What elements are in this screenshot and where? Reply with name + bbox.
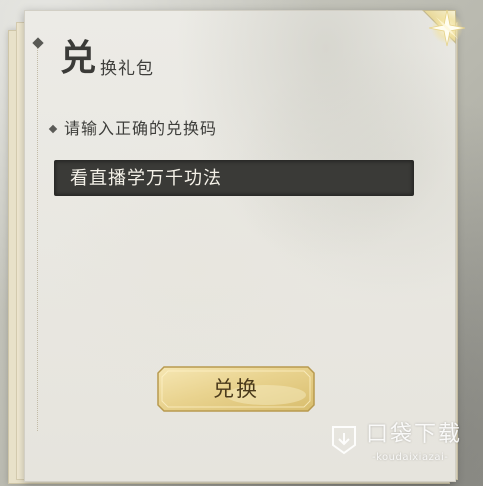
redeem-button-label: 兑换 — [213, 377, 259, 401]
watermark-subtitle: -koudaixiazai- — [372, 452, 449, 463]
sparkle-star-close-icon — [428, 9, 466, 47]
watermark-title: 口袋下载 — [366, 422, 463, 447]
dialog-title-rest: 换礼包 — [100, 59, 154, 79]
dialog-title-large-char: 兑 — [60, 37, 97, 79]
redeem-button[interactable]: 兑换 — [156, 365, 316, 413]
download-shield-icon — [332, 426, 356, 455]
close-button[interactable] — [427, 8, 467, 48]
margin-dotted-line — [37, 41, 38, 431]
code-input-hint: 请输入正确的兑换码 — [64, 119, 218, 138]
redeem-code-input[interactable]: 看直播学万千功法 — [54, 160, 414, 196]
